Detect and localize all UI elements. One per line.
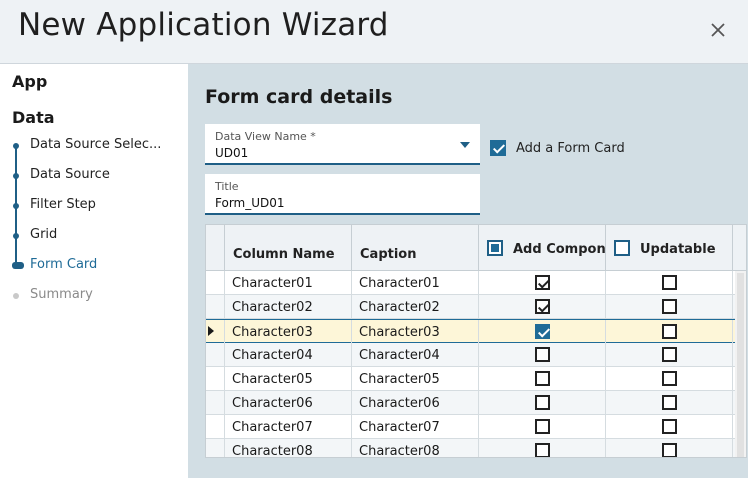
add-component-checkbox[interactable] — [535, 347, 550, 362]
step-dot-icon — [13, 173, 19, 179]
field-value: Form_UD01 — [215, 196, 285, 210]
sidebar-step-grid[interactable]: Grid — [0, 224, 188, 248]
sidebar-step-form-card[interactable]: Form Card — [0, 254, 188, 278]
cell-column-name: Character08 — [232, 444, 313, 458]
updatable-checkbox[interactable] — [662, 347, 677, 362]
table-row[interactable]: Character05 Character05 — [206, 367, 736, 391]
sidebar-step-data-source[interactable]: Data Source — [0, 164, 188, 188]
step-label: Grid — [30, 227, 58, 242]
updatable-checkbox[interactable] — [662, 299, 677, 314]
add-component-checkbox[interactable] — [535, 324, 550, 339]
step-dot-icon — [13, 143, 19, 149]
cell-caption: Character02 — [359, 300, 440, 315]
cell-column-name: Character07 — [232, 420, 313, 435]
field-label: Title — [215, 180, 239, 193]
cell-column-name: Character03 — [232, 325, 313, 340]
close-icon[interactable] — [710, 22, 726, 38]
add-component-checkbox[interactable] — [535, 395, 550, 410]
table-row[interactable]: Character06 Character06 — [206, 391, 736, 415]
field-label: Data View Name * — [215, 130, 316, 143]
table-row[interactable]: Character02 Character02 — [206, 295, 736, 319]
wizard-sidebar: App Data Data Source Selec... Data Sourc… — [0, 64, 188, 478]
updatable-checkbox[interactable] — [662, 275, 677, 290]
updatable-checkbox[interactable] — [662, 395, 677, 410]
select-all-updatable-checkbox[interactable] — [614, 240, 630, 256]
wizard-header: New Application Wizard — [0, 0, 748, 64]
add-component-checkbox[interactable] — [535, 443, 550, 457]
cell-caption: Character08 — [359, 444, 440, 458]
column-header-updatable[interactable]: Updatable — [606, 225, 733, 271]
add-form-card-label: Add a Form Card — [516, 140, 625, 156]
cell-caption: Character01 — [359, 276, 440, 291]
title-field[interactable]: Title Form_UD01 — [205, 174, 480, 215]
wizard-title: New Application Wizard — [18, 7, 389, 43]
step-dot-icon — [13, 203, 19, 209]
sidebar-step-filter-step[interactable]: Filter Step — [0, 194, 188, 218]
cell-column-name: Character02 — [232, 300, 313, 315]
form-card-panel: Form card details Data View Name * UD01 … — [188, 64, 748, 478]
table-row[interactable]: Character08 Character08 — [206, 439, 736, 458]
table-row[interactable]: Character07 Character07 — [206, 415, 736, 439]
updatable-checkbox[interactable] — [662, 324, 677, 339]
cell-column-name: Character05 — [232, 372, 313, 387]
add-form-card-checkbox[interactable]: Add a Form Card — [490, 138, 625, 158]
sidebar-step-data-source-select[interactable]: Data Source Selec... — [0, 134, 188, 158]
add-component-checkbox[interactable] — [535, 419, 550, 434]
table-row-selected[interactable]: Character03 Character03 — [206, 319, 736, 343]
cell-caption: Character07 — [359, 420, 440, 435]
sidebar-section-data[interactable]: Data — [12, 108, 55, 127]
cell-column-name: Character06 — [232, 396, 313, 411]
grid-header: Column Name Caption Add Compon Updatable — [206, 225, 746, 271]
grid-vertical-scrollbar[interactable] — [735, 271, 746, 457]
add-component-checkbox[interactable] — [535, 275, 550, 290]
data-view-name-dropdown[interactable]: Data View Name * UD01 — [205, 124, 480, 165]
columns-grid: Column Name Caption Add Compon Updatable… — [205, 224, 747, 458]
row-indicator-header — [206, 225, 225, 271]
row-pointer-icon — [208, 326, 214, 336]
table-row[interactable]: Character04 Character04 — [206, 343, 736, 367]
sidebar-step-summary: Summary — [0, 284, 188, 308]
cell-caption: Character03 — [359, 325, 440, 340]
column-header-caption[interactable]: Caption — [352, 225, 479, 271]
cell-caption: Character04 — [359, 348, 440, 363]
current-row-indicator — [206, 320, 225, 343]
add-component-checkbox[interactable] — [535, 299, 550, 314]
step-label: Data Source — [30, 167, 110, 182]
select-all-add-checkbox[interactable] — [487, 240, 503, 256]
updatable-checkbox[interactable] — [662, 371, 677, 386]
column-header-column-name[interactable]: Column Name — [225, 225, 352, 271]
cell-column-name: Character04 — [232, 348, 313, 363]
step-label: Summary — [30, 287, 93, 302]
sidebar-section-app[interactable]: App — [12, 72, 47, 91]
table-row[interactable]: Character01 Character01 — [206, 271, 736, 295]
step-active-marker-icon — [12, 262, 24, 269]
cell-caption: Character06 — [359, 396, 440, 411]
step-dot-icon — [13, 293, 19, 299]
cell-caption: Character05 — [359, 372, 440, 387]
cell-column-name: Character01 — [232, 276, 313, 291]
add-component-checkbox[interactable] — [535, 371, 550, 386]
checkbox-checked-icon[interactable] — [490, 140, 506, 156]
updatable-checkbox[interactable] — [662, 419, 677, 434]
updatable-checkbox[interactable] — [662, 443, 677, 457]
step-label: Form Card — [30, 257, 98, 272]
page-title: Form card details — [205, 86, 393, 108]
scrollbar-thumb[interactable] — [737, 273, 744, 457]
step-label: Filter Step — [30, 197, 96, 212]
step-label: Data Source Selec... — [30, 137, 162, 152]
field-value: UD01 — [215, 146, 249, 160]
column-header-add-component[interactable]: Add Compon — [479, 225, 606, 271]
step-dot-icon — [13, 233, 19, 239]
chevron-down-icon[interactable] — [460, 142, 470, 148]
